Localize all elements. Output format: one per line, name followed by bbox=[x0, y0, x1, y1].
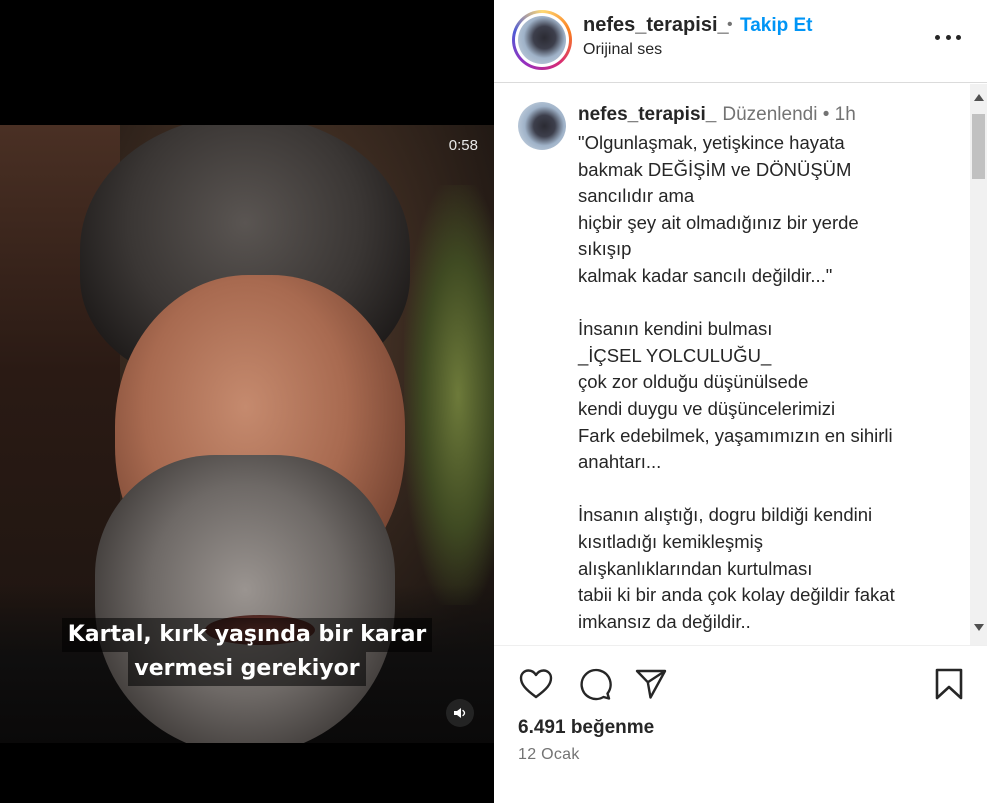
video-subtitle: Kartal, kırk yaşında bir karar vermesi g… bbox=[0, 618, 494, 686]
caption-line: "Olgunlaşmak, yetişkince hayata bbox=[578, 132, 845, 153]
video-player[interactable]: 0:58 Kartal, kırk yaşında bir karar verm… bbox=[0, 125, 494, 743]
caption-line: tabii ki bir anda çok kolay değildir fak… bbox=[578, 584, 895, 606]
caption-text: "Olgunlaşmak, yetişkince hayata bakmak DE… bbox=[578, 130, 948, 635]
post-date[interactable]: 12 Ocak bbox=[518, 746, 580, 764]
caption-avatar[interactable] bbox=[518, 102, 566, 150]
subtitle-line-1: Kartal, kırk yaşında bir karar bbox=[61, 618, 433, 652]
caption-line: kendi duygu ve düşüncelerimizi bbox=[578, 397, 836, 419]
caption-line: bakmak DEĞİŞİM ve DÖNÜŞÜM bbox=[578, 158, 852, 180]
heart-icon bbox=[519, 669, 553, 699]
caption-line: _İÇSEL YOLCULUĞU_ bbox=[578, 344, 772, 366]
comment-icon bbox=[580, 668, 612, 701]
caption-meta: Düzenlendi • 1h bbox=[722, 104, 856, 125]
caption-line: imkansız da değildir.. bbox=[578, 610, 751, 632]
audio-link[interactable]: Orijinal ses bbox=[583, 41, 662, 59]
follow-button[interactable]: Takip Et bbox=[740, 15, 813, 37]
scrollbar[interactable] bbox=[970, 84, 987, 645]
like-count[interactable]: 6.491 beğenme bbox=[518, 717, 654, 739]
video-time-remaining: 0:58 bbox=[448, 137, 478, 154]
action-bar bbox=[494, 663, 987, 705]
header-separator: • bbox=[727, 16, 733, 33]
mute-button[interactable] bbox=[446, 699, 474, 727]
share-button[interactable] bbox=[631, 663, 671, 705]
caption-header: nefes_terapisi_ Düzenlendi • 1h bbox=[578, 104, 856, 126]
more-horizontal-icon bbox=[935, 34, 940, 40]
caption-line: alışkanlıklarından kurtulması bbox=[578, 557, 813, 579]
header-username[interactable]: nefes_terapisi_ bbox=[583, 14, 729, 37]
scroll-down-arrow[interactable] bbox=[974, 624, 984, 631]
save-button[interactable] bbox=[929, 663, 969, 705]
share-icon bbox=[635, 669, 667, 699]
post-header: nefes_terapisi_ • Takip Et Orijinal ses bbox=[494, 0, 987, 83]
like-button[interactable] bbox=[516, 663, 556, 705]
avatar-image bbox=[518, 16, 566, 64]
volume-icon bbox=[454, 708, 466, 718]
bookmark-icon bbox=[935, 668, 963, 700]
scroll-up-arrow[interactable] bbox=[974, 94, 984, 101]
post-details-pane: nefes_terapisi_ • Takip Et Orijinal ses … bbox=[494, 0, 987, 803]
video-pane[interactable]: 0:58 Kartal, kırk yaşında bir karar verm… bbox=[0, 0, 494, 803]
caption-line: hiçbir şey ait olmadığınız bir yerde bbox=[578, 211, 859, 233]
caption-line: kısıtladığı kemikleşmiş bbox=[578, 530, 764, 552]
more-options-button[interactable] bbox=[935, 24, 961, 50]
caption-line: Fark edebilmek, yaşamımızın en sihirli bbox=[578, 424, 893, 446]
caption-line: sıkışıp bbox=[578, 238, 632, 260]
video-figure-beard bbox=[95, 455, 395, 743]
scrollbar-thumb[interactable] bbox=[972, 114, 985, 179]
video-background-plant bbox=[404, 185, 494, 605]
comment-button[interactable] bbox=[575, 663, 615, 705]
caption-line: anahtarı... bbox=[578, 451, 662, 473]
avatar[interactable] bbox=[512, 10, 572, 70]
caption-scroll-area[interactable]: nefes_terapisi_ Düzenlendi • 1h "Olgunlaş… bbox=[494, 84, 987, 646]
caption-line: sancılıdır ama bbox=[578, 185, 695, 207]
caption-line: kalmak kadar sancılı değildir..." bbox=[578, 264, 833, 286]
caption-line: İnsanın kendini bulması bbox=[578, 318, 773, 340]
caption-username[interactable]: nefes_terapisi_ bbox=[578, 104, 716, 125]
caption-line: İnsanın alıştığı, dogru bildiği kendini bbox=[578, 504, 873, 526]
caption-line: çok zor olduğu düşünülsede bbox=[578, 371, 809, 393]
subtitle-line-2: vermesi gerekiyor bbox=[128, 652, 366, 686]
